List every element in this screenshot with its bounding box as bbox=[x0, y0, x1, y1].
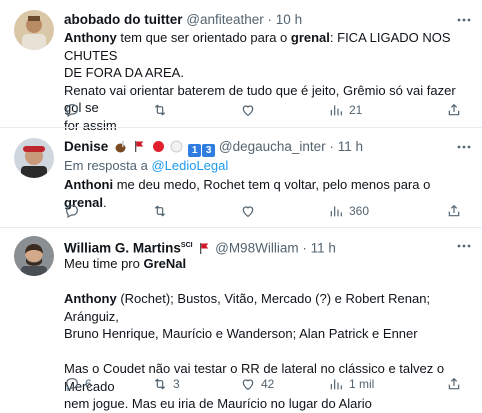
share-button[interactable] bbox=[446, 376, 462, 392]
views-chart-icon bbox=[330, 379, 342, 390]
like-button[interactable]: 42 bbox=[240, 376, 274, 392]
share-icon bbox=[448, 377, 460, 390]
separator: · bbox=[302, 240, 307, 256]
reply-icon bbox=[66, 205, 78, 219]
like-button[interactable] bbox=[240, 102, 256, 118]
reply-count: 6 bbox=[85, 377, 92, 391]
share-icon bbox=[448, 103, 460, 116]
timestamp[interactable]: 10 h bbox=[276, 12, 302, 27]
views-chart-icon bbox=[330, 105, 342, 116]
tweet-2[interactable]: Denise 13 @degaucha_inter · 11 h Em resp… bbox=[0, 128, 482, 227]
name-superscript: SCI bbox=[180, 242, 193, 249]
author-name[interactable]: Denise bbox=[64, 139, 108, 154]
tweet-actions: 21 bbox=[64, 102, 474, 120]
author-name[interactable]: William G. Martins bbox=[64, 241, 181, 256]
timestamp[interactable]: 11 h bbox=[311, 241, 336, 256]
reply-button[interactable] bbox=[64, 102, 80, 118]
reply-icon bbox=[66, 104, 78, 118]
retweet-button[interactable] bbox=[152, 102, 168, 118]
avatar[interactable] bbox=[14, 138, 54, 178]
views-button[interactable]: 360 bbox=[328, 203, 369, 219]
like-count: 42 bbox=[261, 377, 275, 391]
heart-icon bbox=[242, 206, 254, 218]
tweet-actions: 6 3 42 1 mil bbox=[64, 376, 474, 394]
reply-button[interactable]: 6 bbox=[64, 376, 92, 392]
separator: · bbox=[267, 12, 273, 27]
views-button[interactable]: 21 bbox=[328, 102, 362, 118]
share-button[interactable] bbox=[446, 102, 462, 118]
views-count: 1 mil bbox=[349, 377, 375, 391]
red-circle-emoji-icon bbox=[152, 141, 164, 152]
like-button[interactable] bbox=[240, 203, 256, 219]
avatar[interactable] bbox=[14, 236, 54, 276]
more-options-icon[interactable] bbox=[456, 12, 472, 28]
red-flag-emoji-icon bbox=[134, 141, 144, 152]
views-count: 21 bbox=[349, 103, 363, 117]
retweet-count: 3 bbox=[173, 377, 180, 391]
reply-context: Em resposta a @LedioLegal bbox=[64, 158, 229, 173]
reply-button[interactable] bbox=[64, 203, 80, 219]
red-flag-emoji-icon bbox=[200, 242, 209, 254]
share-icon bbox=[448, 204, 460, 217]
reply-icon bbox=[66, 378, 78, 392]
tweet-actions: 360 bbox=[64, 203, 474, 221]
author-handle[interactable]: @degaucha_inter bbox=[219, 139, 326, 154]
retweet-button[interactable]: 3 bbox=[152, 376, 180, 392]
author-name[interactable]: abobado do tuitter bbox=[64, 12, 183, 27]
separator: · bbox=[329, 139, 334, 154]
timestamp[interactable]: 11 h bbox=[338, 139, 363, 154]
share-button[interactable] bbox=[446, 203, 462, 219]
retweet-icon bbox=[154, 104, 166, 116]
heart-icon bbox=[242, 379, 254, 391]
more-options-icon[interactable] bbox=[456, 238, 472, 254]
views-chart-icon bbox=[330, 206, 342, 217]
keycap-one-emoji-icon: 1 bbox=[188, 144, 202, 157]
retweet-icon bbox=[154, 378, 166, 390]
tweet-1[interactable]: abobado do tuitter @anfiteather · 10 h A… bbox=[0, 0, 482, 133]
retweet-icon bbox=[154, 205, 166, 217]
retweet-button[interactable] bbox=[152, 203, 168, 219]
reply-to-link[interactable]: @LedioLegal bbox=[151, 158, 228, 173]
mate-gourd-emoji-icon bbox=[115, 141, 126, 153]
white-circle-emoji-icon bbox=[170, 140, 183, 153]
tweet-3[interactable]: William G. MartinsSCI @M98William · 11 h… bbox=[0, 228, 482, 411]
author-handle[interactable]: @M98William bbox=[215, 241, 298, 256]
views-count: 360 bbox=[349, 204, 370, 218]
heart-icon bbox=[242, 105, 254, 117]
tweet-header: abobado do tuitter @anfiteather · 10 h bbox=[64, 11, 456, 29]
keycap-three-emoji-icon: 3 bbox=[202, 144, 216, 157]
tweet-header: Denise 13 @degaucha_inter · 11 h bbox=[64, 138, 456, 157]
views-button[interactable]: 1 mil bbox=[328, 376, 374, 392]
more-options-icon[interactable] bbox=[456, 139, 472, 155]
author-handle[interactable]: @anfiteather bbox=[186, 12, 264, 27]
avatar[interactable] bbox=[14, 10, 54, 50]
